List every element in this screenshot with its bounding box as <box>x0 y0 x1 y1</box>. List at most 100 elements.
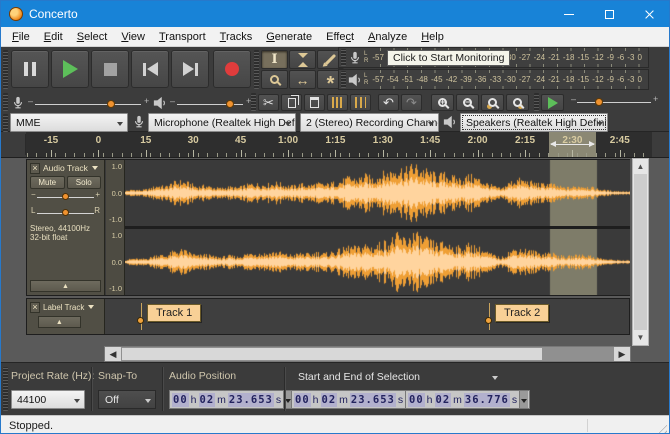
recording-volume-slider[interactable] <box>35 104 141 105</box>
menu-file[interactable]: File <box>5 29 37 45</box>
pan-knob[interactable] <box>62 209 69 216</box>
vertical-scrollbar[interactable]: ▲ ▼ <box>632 158 649 346</box>
recording-meter-grip[interactable] <box>341 49 346 66</box>
menu-help[interactable]: Help <box>414 29 451 45</box>
menu-analyze[interactable]: Analyze <box>361 29 414 45</box>
play-at-speed-button[interactable] <box>541 94 564 111</box>
recording-channels-select[interactable]: 2 (Stereo) Recording Channels <box>300 113 439 132</box>
timeline-ruler[interactable]: -1501530451:001:151:301:452:002:152:302:… <box>26 132 652 157</box>
gain-knob[interactable] <box>62 193 69 200</box>
redo-button[interactable]: ↷ <box>401 94 422 111</box>
silence-audio-button[interactable] <box>350 94 371 111</box>
transport-grip[interactable] <box>3 50 8 89</box>
skip-to-end-button[interactable] <box>171 50 209 88</box>
fit-selection-button[interactable] <box>481 94 504 111</box>
title-bar[interactable]: Concerto <box>1 1 669 27</box>
label-lane[interactable]: Track 1 Track 2 <box>125 299 629 334</box>
play-button[interactable] <box>51 50 89 88</box>
zoom-in-button[interactable]: + <box>431 94 454 111</box>
playback-meter[interactable]: LR -57-54-51-48-45-42-39-36-33-30-27-24-… <box>338 69 649 90</box>
label-marker-icon[interactable] <box>141 303 142 330</box>
collapse-track-button[interactable]: ▲ <box>30 280 101 292</box>
solo-button[interactable]: Solo <box>67 176 102 189</box>
gain-slider[interactable]: − + <box>30 189 101 205</box>
scroll-up-icon[interactable]: ▲ <box>633 159 648 174</box>
scroll-right-icon[interactable]: ▶ <box>614 347 630 361</box>
audio-track-panel[interactable]: × Audio Track Mute Solo − + L R <box>27 160 105 295</box>
playback-volume-knob[interactable] <box>226 100 234 108</box>
label-text[interactable]: Track 1 <box>147 304 201 322</box>
selection-start-field[interactable]: 00h02m23.653s <box>291 390 416 409</box>
menu-select[interactable]: Select <box>70 29 115 45</box>
pause-button[interactable] <box>11 50 49 88</box>
timeshift-tool-button[interactable]: ↔ <box>289 70 316 89</box>
stop-button[interactable] <box>91 50 129 88</box>
copy-button[interactable] <box>281 94 302 111</box>
zoom-tool-button[interactable] <box>261 70 288 89</box>
time-format-dropdown-icon[interactable] <box>519 391 528 408</box>
track-menu-icon[interactable] <box>88 305 94 309</box>
label-track-panel[interactable]: × Label Track ▲ <box>27 299 105 334</box>
envelope-tool-button[interactable] <box>289 50 316 69</box>
waveform-area[interactable] <box>125 160 629 295</box>
playspeed-slider[interactable] <box>577 102 651 103</box>
menu-generate[interactable]: Generate <box>259 29 319 45</box>
vertical-scroll-thumb[interactable] <box>634 174 647 330</box>
mixer-grip[interactable] <box>3 93 8 111</box>
close-track-button[interactable]: × <box>30 302 40 313</box>
resize-grip-icon[interactable] <box>655 421 667 433</box>
device-grip[interactable] <box>3 114 8 132</box>
cut-button[interactable]: ✂ <box>258 94 279 111</box>
paste-button[interactable] <box>304 94 325 111</box>
seconds-value[interactable]: 36.776 <box>464 393 510 407</box>
hours-value[interactable]: 00 <box>172 393 189 407</box>
horizontal-scrollbar[interactable]: ◀ ▶ <box>104 346 631 362</box>
close-button[interactable] <box>629 1 669 27</box>
skip-to-start-button[interactable] <box>131 50 169 88</box>
horizontal-scroll-thumb[interactable] <box>122 348 542 360</box>
menu-edit[interactable]: Edit <box>37 29 70 45</box>
scroll-left-icon[interactable]: ◀ <box>105 347 121 361</box>
menu-effect[interactable]: Effect <box>319 29 361 45</box>
record-button[interactable] <box>213 50 251 88</box>
track-title[interactable]: Label Track <box>43 303 84 312</box>
waveform-right-channel[interactable] <box>125 229 630 295</box>
menu-transport[interactable]: Transport <box>152 29 213 45</box>
selection-tool-button[interactable]: I <box>261 50 288 69</box>
selbar-grip[interactable] <box>3 367 8 411</box>
playspeed-knob[interactable] <box>595 98 603 106</box>
audio-position-field[interactable]: 00h02m23.653s <box>169 390 294 409</box>
minutes-value[interactable]: 02 <box>321 393 338 407</box>
fit-project-button[interactable] <box>506 94 529 111</box>
mute-button[interactable]: Mute <box>30 176 65 189</box>
recording-volume-knob[interactable] <box>107 100 115 108</box>
maximize-button[interactable] <box>589 1 629 27</box>
pan-slider[interactable]: L R <box>30 205 101 221</box>
minutes-value[interactable]: 02 <box>435 393 452 407</box>
selection-mode-select[interactable]: Start and End of Selection <box>291 367 503 386</box>
project-rate-select[interactable]: 44100 <box>11 390 85 409</box>
trim-audio-button[interactable] <box>327 94 348 111</box>
menu-view[interactable]: View <box>114 29 152 45</box>
monitoring-tooltip[interactable]: Click to Start Monitoring <box>387 50 510 66</box>
hours-value[interactable]: 00 <box>294 393 311 407</box>
playspeed-grip[interactable] <box>534 93 539 111</box>
snap-to-select[interactable]: Off <box>98 390 156 409</box>
recording-device-select[interactable]: Microphone (Realtek High Defini <box>148 113 296 132</box>
scroll-down-icon[interactable]: ▼ <box>633 330 648 345</box>
hours-value[interactable]: 00 <box>408 393 425 407</box>
track-title[interactable]: Audio Track <box>43 163 88 173</box>
tools-grip[interactable] <box>254 50 259 89</box>
seconds-value[interactable]: 23.653 <box>228 393 274 407</box>
selection-end-field[interactable]: 00h02m36.776s <box>405 390 530 409</box>
collapse-track-button[interactable]: ▲ <box>38 316 81 328</box>
vertical-ruler[interactable]: 1.0 0.0 -1.0 1.0 0.0 -1.0 <box>106 160 125 295</box>
label-text[interactable]: Track 2 <box>495 304 549 322</box>
waveform-left-channel[interactable] <box>125 160 630 226</box>
undo-button[interactable]: ↶ <box>378 94 399 111</box>
menu-tracks[interactable]: Tracks <box>213 29 260 45</box>
seconds-value[interactable]: 23.653 <box>350 393 396 407</box>
playback-device-select[interactable]: Speakers (Realtek High Definiti <box>460 113 608 132</box>
close-track-button[interactable]: × <box>30 163 40 174</box>
zoom-out-button[interactable]: − <box>456 94 479 111</box>
